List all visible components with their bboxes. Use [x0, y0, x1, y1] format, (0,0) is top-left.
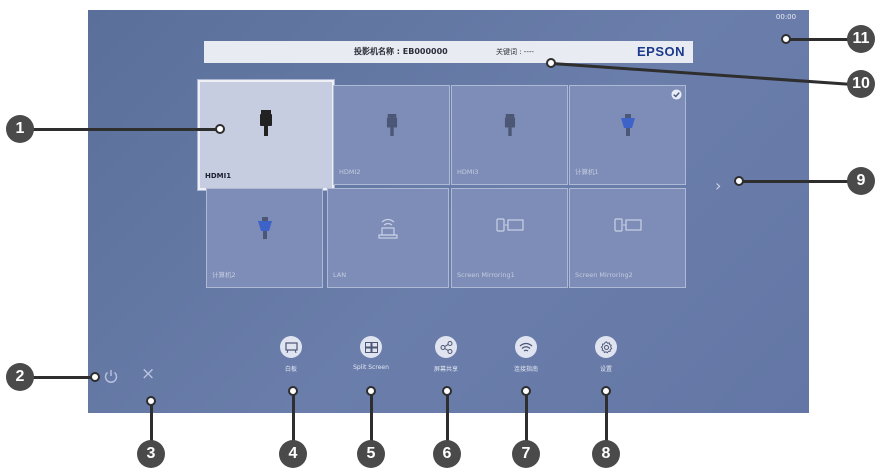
menu-connection-guide-button[interactable]: 连接指南 — [494, 336, 558, 373]
source-label: 计算机2 — [212, 271, 236, 279]
menu-label: Split Screen — [353, 364, 389, 371]
vga-connector-icon — [620, 114, 635, 136]
callout-line-7 — [525, 392, 528, 442]
callout-dot-5 — [366, 386, 376, 396]
source-label: HDMI3 — [457, 168, 479, 176]
source-tile-lan[interactable]: LAN — [327, 188, 449, 288]
callout-badge-10: 10 — [847, 70, 875, 98]
callout-badge-2: 2 — [6, 363, 34, 391]
menu-settings-button[interactable]: 设置 — [574, 336, 638, 373]
callout-badge-6: 6 — [433, 440, 461, 468]
share-icon — [435, 336, 457, 358]
callout-line-4 — [292, 392, 295, 442]
menu-label: 连接指南 — [513, 366, 538, 373]
source-label: HDMI1 — [205, 172, 232, 180]
keyword: 关键词 : ---- — [496, 48, 534, 56]
callout-line-3 — [150, 402, 153, 442]
callout-badge-3: 3 — [137, 440, 165, 468]
callout-dot-11 — [781, 34, 791, 44]
hdmi-plug-icon — [504, 114, 515, 136]
callout-line-5 — [370, 392, 373, 442]
callout-line-8 — [605, 392, 608, 442]
wifi-icon — [515, 336, 537, 358]
source-tile-screen-mirroring2[interactable]: Screen Mirroring2 — [569, 188, 686, 288]
callout-dot-3 — [146, 396, 156, 406]
menu-screen-share-button[interactable]: 屏幕共享 — [414, 336, 478, 373]
vga-connector-icon — [257, 217, 272, 239]
source-tile-hdmi3[interactable]: HDMI3 — [451, 85, 568, 185]
next-page-arrow[interactable]: › — [715, 176, 721, 195]
callout-dot-4 — [288, 386, 298, 396]
source-tile-hdmi2[interactable]: HDMI2 — [333, 85, 450, 185]
hdmi-plug-icon — [260, 110, 272, 136]
callout-dot-6 — [442, 386, 452, 396]
close-icon[interactable]: × — [141, 364, 155, 384]
callout-dot-10 — [546, 58, 556, 68]
source-tile-computer2[interactable]: 计算机2 — [206, 188, 323, 288]
menu-label: 屏幕共享 — [433, 366, 458, 373]
hdmi-plug-icon — [386, 114, 397, 136]
callout-line-1 — [24, 128, 220, 131]
epson-logo: EPSON — [636, 44, 685, 59]
callout-line-6 — [446, 392, 449, 442]
connected-check-icon — [671, 89, 682, 100]
source-tile-computer1[interactable]: 计算机1 — [569, 85, 686, 185]
callout-dot-9 — [734, 176, 744, 186]
menu-label: 设置 — [599, 366, 612, 373]
source-label: Screen Mirroring2 — [575, 271, 633, 279]
callout-badge-8: 8 — [592, 440, 620, 468]
callout-badge-4: 4 — [279, 440, 307, 468]
settings-gear-icon — [595, 336, 617, 358]
power-icon[interactable] — [103, 368, 119, 384]
callout-badge-7: 7 — [512, 440, 540, 468]
menu-label: 白板 — [284, 366, 297, 373]
callout-dot-2 — [90, 372, 100, 382]
projector-name: 投影机名称 : EB000000 — [354, 47, 448, 56]
screen-mirroring-icon — [495, 218, 524, 232]
callout-dot-7 — [521, 386, 531, 396]
menu-whiteboard-button[interactable]: 白板 — [259, 336, 323, 373]
callout-dot-1 — [215, 124, 225, 134]
split-screen-icon — [360, 336, 382, 358]
source-tile-screen-mirroring1[interactable]: Screen Mirroring1 — [451, 188, 568, 288]
screen-mirroring-icon — [613, 218, 642, 232]
source-label: LAN — [333, 271, 347, 279]
clock: 00:00 — [775, 13, 797, 21]
source-label: Screen Mirroring1 — [457, 271, 515, 279]
source-label: HDMI2 — [339, 168, 361, 176]
menu-split-screen-button[interactable]: Split Screen — [339, 336, 403, 371]
callout-badge-11: 11 — [847, 25, 875, 53]
callout-dot-8 — [601, 386, 611, 396]
callout-badge-5: 5 — [357, 440, 385, 468]
projector-info-bar: 投影机名称 : EB000000 关键词 : ---- EPSON — [204, 41, 693, 63]
whiteboard-icon — [280, 336, 302, 358]
callout-badge-9: 9 — [847, 167, 875, 195]
lan-network-icon — [378, 218, 398, 239]
callout-line-11 — [787, 38, 850, 41]
callout-badge-1: 1 — [6, 115, 34, 143]
source-label: 计算机1 — [575, 168, 599, 176]
source-tile-hdmi1[interactable]: HDMI1 — [198, 80, 334, 190]
callout-line-9 — [740, 180, 850, 183]
